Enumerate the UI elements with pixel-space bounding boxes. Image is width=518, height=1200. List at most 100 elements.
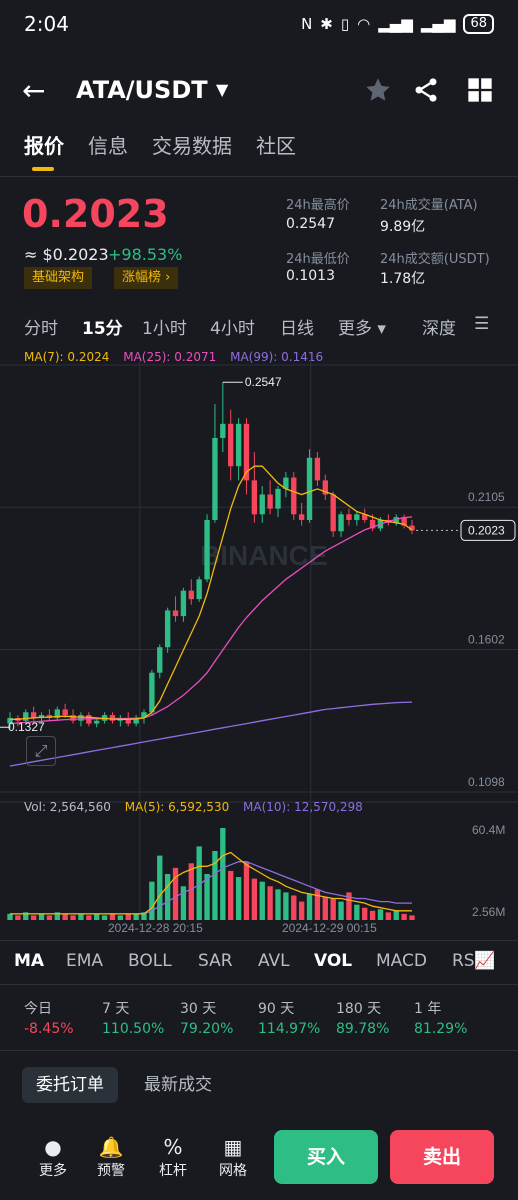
tag-category[interactable]: 基础架构	[24, 267, 93, 289]
y-axis-label: 0.2608	[468, 360, 505, 362]
candle-body	[251, 480, 258, 515]
volume-axis-label: 2.56M	[472, 905, 505, 919]
volume-bar	[7, 913, 13, 920]
star-icon[interactable]	[364, 76, 392, 104]
indicator-settings-icon[interactable]: 📈	[474, 951, 495, 971]
candle-body	[204, 519, 210, 580]
indicator-macd[interactable]: MACD	[376, 951, 427, 971]
volume-bar	[62, 913, 68, 920]
grid-layout-icon[interactable]	[466, 76, 494, 104]
alert-button[interactable]: 🔔 预警	[86, 1134, 136, 1180]
candlestick-chart[interactable]: BINANCE 0.2608 0.2105 0.1602 0.1098 0.2023 0.…	[0, 360, 518, 940]
volume-bar	[267, 886, 273, 920]
perf-label-1y: 1 年	[414, 1001, 442, 1017]
wifi-icon: ◠	[357, 15, 371, 33]
more-button[interactable]: ● 更多	[28, 1134, 78, 1180]
status-time: 2:04	[24, 12, 69, 36]
pair-title[interactable]: ATA/USDT	[76, 76, 208, 104]
candle-body	[228, 423, 234, 467]
grid-button[interactable]: ▦ 网格	[208, 1134, 258, 1180]
volume-ma10-line	[10, 861, 412, 915]
volume-bar	[243, 861, 250, 920]
tab-open-orders[interactable]: 委托订单	[22, 1067, 118, 1103]
volume-legend: Vol: 2,564,560 MA(5): 6,592,530 MA(10): …	[24, 800, 363, 814]
candle-body	[220, 423, 226, 438]
volume-bar	[70, 915, 76, 920]
x-axis-label: 2024-12-29 00:15	[282, 921, 377, 935]
interval-1d[interactable]: 日线	[280, 314, 314, 339]
divider	[0, 984, 518, 985]
indicator-vol[interactable]: VOL	[314, 951, 352, 971]
margin-button[interactable]: % 杠杆	[148, 1134, 198, 1180]
interval-15m[interactable]: 15分	[82, 314, 123, 339]
candle-body	[306, 457, 313, 520]
interval-depth[interactable]: 深度	[422, 314, 456, 339]
caret-down-icon[interactable]: ▼	[216, 80, 228, 99]
tab-trading-data[interactable]: 交易数据	[152, 130, 232, 159]
low-marker-label: 0.1327	[8, 720, 45, 734]
indicator-sar[interactable]: SAR	[198, 951, 233, 971]
interval-4h[interactable]: 4小时	[210, 314, 255, 339]
indicator-rsi[interactable]: RS	[452, 951, 475, 971]
stat-high-value: 0.2547	[286, 216, 335, 232]
interval-1h[interactable]: 1小时	[142, 314, 187, 339]
perf-label-today: 今日	[24, 1001, 52, 1017]
candle-body	[94, 720, 100, 724]
candle-body	[235, 423, 242, 467]
volume-value: Vol: 2,564,560	[24, 800, 111, 814]
candle-body	[267, 494, 273, 509]
indicator-avl[interactable]: AVL	[258, 951, 290, 971]
interval-more[interactable]: 更多 ▾	[338, 314, 386, 339]
perf-value-today: -8.45%	[24, 1021, 74, 1037]
volume-bar	[338, 901, 344, 920]
candle-body	[30, 712, 37, 718]
percent-icon: %	[163, 1135, 183, 1159]
perf-value-30d: 79.20%	[180, 1021, 234, 1037]
indicator-ema[interactable]: EMA	[66, 951, 103, 971]
volume-bar	[109, 913, 116, 920]
volume-bar	[298, 901, 305, 920]
stat-low-value: 0.1013	[286, 268, 335, 284]
tab-recent-trades[interactable]: 最新成交	[144, 1067, 212, 1103]
volume-bar	[409, 915, 415, 920]
buy-button[interactable]: 买入	[274, 1130, 378, 1184]
volume-bar	[94, 913, 100, 920]
volume-bar	[275, 889, 281, 920]
tab-quote[interactable]: 报价	[24, 130, 64, 171]
current-price-label: 0.2023	[468, 523, 505, 537]
expand-icon[interactable]: ⤢	[26, 736, 56, 766]
tag-gainers[interactable]: 涨幅榜 ›	[114, 267, 179, 289]
back-arrow-icon[interactable]: ←	[22, 74, 45, 107]
sell-button[interactable]: 卖出	[390, 1130, 494, 1184]
candle-body	[275, 488, 281, 509]
volume-bar	[117, 915, 124, 920]
chart-settings-icon[interactable]: ☰	[474, 314, 489, 334]
volume-bar	[330, 898, 336, 920]
vibrate-icon: ▯	[340, 15, 350, 33]
volume-bar	[401, 913, 407, 920]
indicator-ma[interactable]: MA	[14, 951, 44, 971]
candle-body	[314, 457, 321, 481]
volume-bar	[157, 855, 163, 920]
candle-body	[180, 590, 187, 617]
ma99-line	[9, 701, 413, 767]
stat-amount-label: 24h成交额(USDT)	[380, 252, 490, 267]
volume-bar	[306, 893, 313, 920]
y-axis-label: 0.1602	[468, 632, 505, 646]
perf-value-7d: 110.50%	[102, 1021, 165, 1037]
volume-bar	[377, 909, 384, 920]
share-icon[interactable]	[412, 76, 440, 104]
perf-value-180d: 89.78%	[336, 1021, 390, 1037]
y-axis-label: 0.2105	[468, 490, 505, 504]
battery-icon: 68	[463, 14, 494, 34]
volume-bar	[30, 915, 37, 920]
indicator-boll[interactable]: BOLL	[128, 951, 172, 971]
main-tabs: 报价 信息 交易数据 社区	[24, 130, 296, 171]
tab-info[interactable]: 信息	[88, 130, 128, 159]
volume-bar	[46, 915, 53, 920]
perf-label-30d: 30 天	[180, 1001, 217, 1017]
stat-volume-value: 9.89亿	[380, 219, 426, 235]
interval-line[interactable]: 分时	[24, 314, 58, 339]
volume-bar	[188, 863, 194, 920]
tab-community[interactable]: 社区	[256, 130, 296, 159]
